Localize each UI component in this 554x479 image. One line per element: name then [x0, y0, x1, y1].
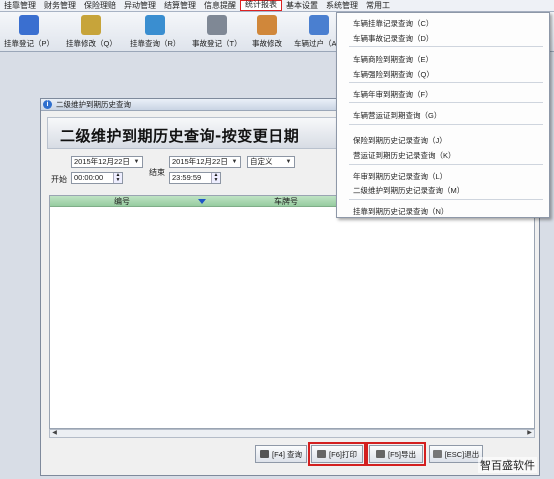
start-date-picker[interactable]: 2015年12月22日 ▼: [71, 156, 143, 168]
menu-item-affiliation-expiry-history[interactable]: 挂靠到期历史记录查询（N）: [353, 206, 448, 217]
statistics-reports-dropdown: 车辆挂靠记录查询（C） 车辆事故记录查询（D） 车辆商险到期查询（E） 车辆强险…: [336, 12, 550, 218]
menu-item-maintenance-expiry-history[interactable]: 二级维护到期历史记录查询（M）: [353, 185, 464, 196]
accident-edit-tool[interactable]: 事故修改: [252, 14, 282, 50]
menu-item-annual-inspection-expiry[interactable]: 车辆年审到期查询（F）: [353, 89, 433, 100]
menu-item-permit-expiry-history[interactable]: 营运证到期历史记录查询（K）: [353, 150, 456, 161]
vehicle-edit-tool[interactable]: 挂靠修改（Q）: [66, 14, 117, 50]
page-title: 二级维护到期历史查询-按变更日期: [60, 127, 300, 145]
end-time-input[interactable]: 23:59:59 ▲ ▼: [169, 172, 221, 184]
menu-vehicle-management[interactable]: 挂靠管理: [0, 0, 40, 11]
accident-register-tool[interactable]: 事故登记（T）: [192, 14, 242, 50]
menu-system[interactable]: 系统管理: [322, 0, 362, 11]
menu-separator: [349, 124, 543, 125]
menu-separator: [349, 164, 543, 165]
vehicle-register-icon: [19, 15, 39, 35]
date-range-select[interactable]: 自定义 ▼: [247, 156, 295, 168]
menu-common-tools[interactable]: 常用工: [362, 0, 394, 11]
exit-door-icon: [432, 450, 442, 458]
sort-descending-icon[interactable]: [198, 199, 206, 204]
printer-icon: [317, 450, 327, 458]
spinner-icon[interactable]: ▲ ▼: [211, 173, 220, 183]
accident-edit-icon: [257, 15, 277, 35]
query-button[interactable]: [F4] 查询: [255, 445, 307, 463]
menu-item-vehicle-accident-query[interactable]: 车辆事故记录查询（D）: [353, 33, 433, 44]
vehicle-register-tool[interactable]: 挂靠登记（P）: [4, 14, 54, 50]
accident-register-icon: [206, 15, 227, 35]
info-icon: i: [43, 100, 52, 109]
menu-finance[interactable]: 财务管理: [40, 0, 80, 11]
column-header-number[interactable]: 编号: [114, 196, 130, 207]
end-label: 结束: [149, 168, 165, 177]
menu-separator: [349, 199, 543, 200]
menu-statistics-reports[interactable]: 统计报表: [240, 0, 282, 11]
vehicle-search-icon: [145, 15, 166, 35]
menu-item-operation-permit-expiry[interactable]: 车辆营运证到期查询（G）: [353, 110, 441, 121]
horizontal-scrollbar[interactable]: ◀ ▶: [49, 429, 535, 438]
spinner-icon[interactable]: ▲ ▼: [113, 173, 122, 183]
vehicle-transfer-icon: [309, 15, 329, 35]
print-button[interactable]: [F6]打印: [308, 442, 366, 466]
main-menubar: 挂靠管理 财务管理 保险理赔 异动管理 结算管理 信息提醒 统计报表 基本设置 …: [0, 0, 554, 12]
menu-item-compulsory-insurance-expiry[interactable]: 车辆强险到期查询（Q）: [353, 69, 434, 80]
menu-separator: [349, 46, 543, 47]
menu-item-commercial-insurance-expiry[interactable]: 车辆商险到期查询（E）: [353, 54, 433, 65]
menu-item-insurance-expiry-history[interactable]: 保险到期历史记录查询（J）: [353, 135, 447, 146]
window-title: 二级维护到期历史查询: [56, 100, 131, 109]
menu-settlement[interactable]: 结算管理: [160, 0, 200, 11]
end-date-picker[interactable]: 2015年12月22日 ▼: [169, 156, 241, 168]
menu-basic-settings[interactable]: 基本设置: [282, 0, 322, 11]
chevron-down-icon: ▼: [231, 159, 238, 165]
menu-separator: [349, 102, 543, 103]
column-header-plate[interactable]: 车牌号: [274, 196, 298, 207]
start-label: 开始: [51, 175, 67, 184]
start-time-input[interactable]: 00:00:00 ▲ ▼: [71, 172, 123, 184]
scroll-left-icon[interactable]: ◀: [50, 430, 59, 437]
scroll-right-icon[interactable]: ▶: [525, 430, 534, 437]
binoculars-icon: [259, 450, 269, 458]
results-table: 编号 车牌号: [49, 195, 535, 429]
menu-item-inspection-expiry-history[interactable]: 年审到期历史记录查询（L）: [353, 171, 447, 182]
menu-item-vehicle-affiliation-query[interactable]: 车辆挂靠记录查询（C）: [353, 18, 433, 29]
chevron-down-icon: ▼: [285, 159, 292, 165]
menu-insurance-claims[interactable]: 保险理赔: [80, 0, 120, 11]
exit-button[interactable]: [ESC]退出: [429, 445, 483, 463]
export-button[interactable]: [F5]导出: [366, 442, 426, 466]
menu-changes[interactable]: 异动管理: [120, 0, 160, 11]
export-icon: [376, 450, 386, 458]
vehicle-search-tool[interactable]: 挂靠查询（R）: [130, 14, 180, 50]
vehicle-edit-icon: [81, 15, 102, 35]
chevron-down-icon: ▼: [133, 159, 140, 165]
menu-separator: [349, 82, 543, 83]
menu-reminders[interactable]: 信息提醒: [200, 0, 240, 11]
watermark: 智百盛软件: [478, 457, 537, 473]
